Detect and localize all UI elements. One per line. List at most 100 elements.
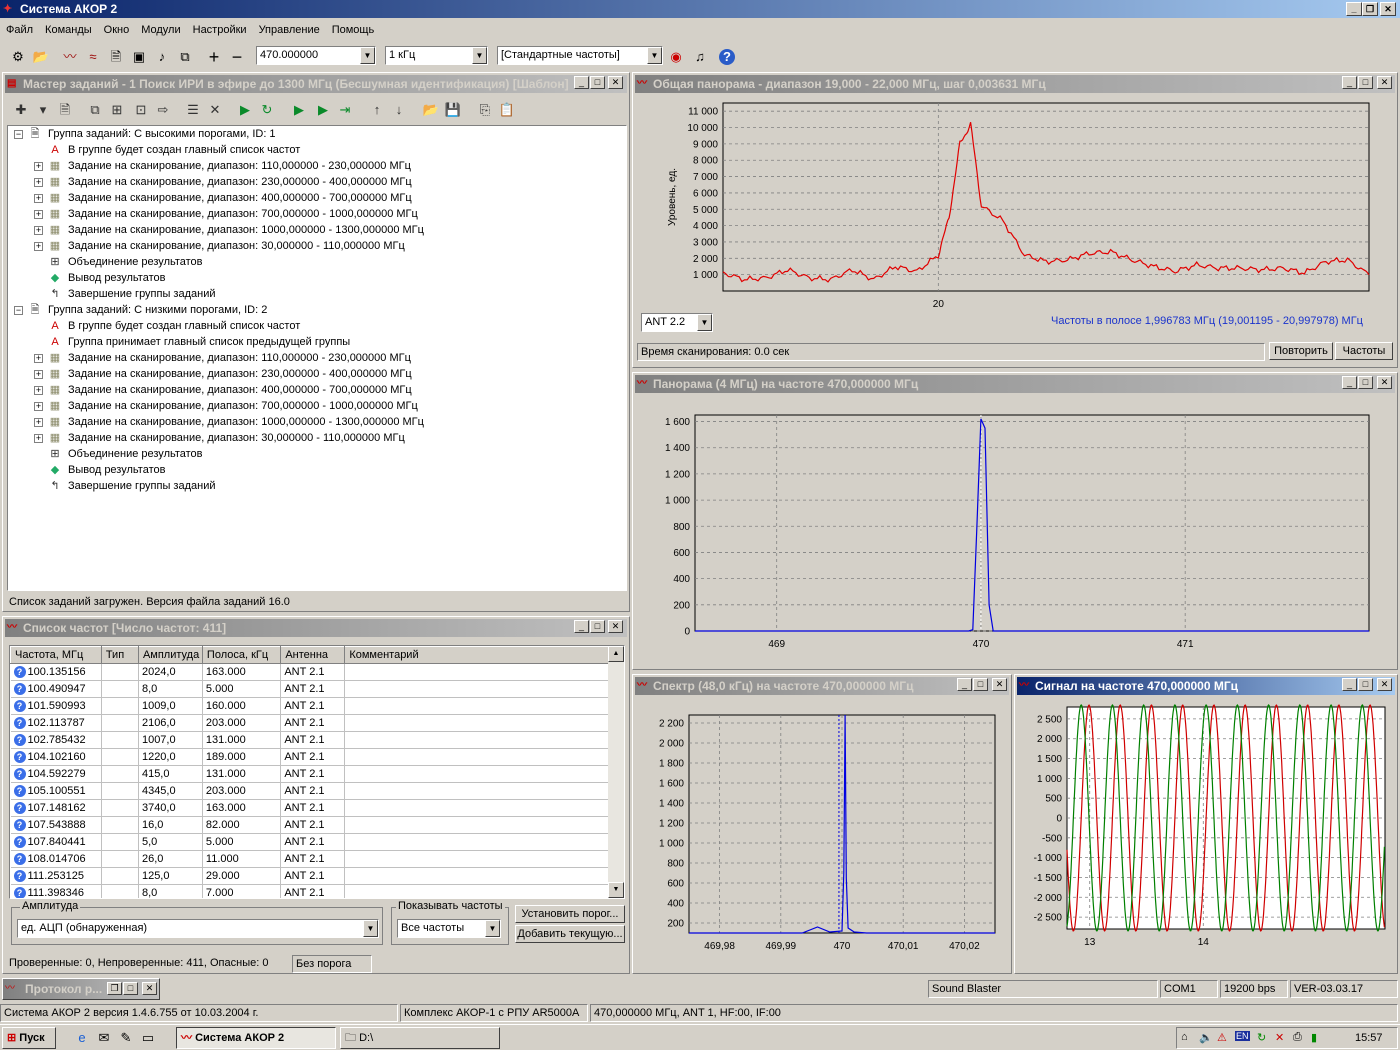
- dropdown-icon[interactable]: ▾: [33, 100, 53, 120]
- open-folder-icon[interactable]: 📂: [31, 47, 51, 67]
- outlook-icon[interactable]: ✉: [94, 1028, 114, 1048]
- listen-icon[interactable]: ♫: [690, 47, 710, 67]
- table-row[interactable]: ? 104.102160 1220,0 189.000 ANT 2.1: [10, 748, 624, 766]
- scrollbar[interactable]: ▲ ▼: [608, 646, 624, 898]
- connect-icon[interactable]: ⚙: [8, 47, 28, 67]
- column-header[interactable]: Антенна: [280, 646, 346, 664]
- column-header[interactable]: Комментарий: [344, 646, 624, 664]
- tree-item[interactable]: + ▦ Задание на сканирование, диапазон: 100…: [8, 414, 608, 430]
- pen-icon[interactable]: ✎: [116, 1028, 136, 1048]
- maximize-icon[interactable]: □: [123, 982, 138, 995]
- tree-item[interactable]: + ▦ Задание на сканирование, диапазон: 400…: [8, 382, 608, 398]
- menu-item-3[interactable]: Модули: [135, 22, 186, 36]
- move-up-icon[interactable]: ↑: [367, 100, 387, 120]
- new-task-icon[interactable]: ✚: [11, 100, 31, 120]
- tree-item[interactable]: A В группе будет создан главный список ча…: [8, 142, 608, 158]
- page-icon[interactable]: 🗎: [55, 100, 75, 120]
- menu-item-4[interactable]: Настройки: [187, 22, 253, 36]
- expand-icon[interactable]: +: [34, 370, 43, 379]
- maximize-icon[interactable]: □: [1358, 376, 1373, 389]
- collapse-icon[interactable]: −: [14, 306, 23, 315]
- minimize-icon[interactable]: _: [1342, 376, 1357, 389]
- signal-chart[interactable]: 2 500 2 000 1 500 1 000 500 0 -500 -1 000 -1 500…: [1023, 703, 1393, 967]
- chevron-down-icon[interactable]: ▼: [472, 47, 487, 64]
- tray-network-icon[interactable]: ⌂: [1181, 1031, 1188, 1043]
- table-row[interactable]: ? 107.840441 5,0 5.000 ANT 2.1: [10, 833, 624, 851]
- chevron-down-icon[interactable]: ▼: [647, 47, 662, 64]
- maximize-icon[interactable]: □: [973, 678, 988, 691]
- tree-item[interactable]: + ▦ Задание на сканирование, диапазон: 230…: [8, 174, 608, 190]
- tree-item[interactable]: ◆ Вывод результатов: [8, 270, 608, 286]
- close-icon[interactable]: ✕: [1377, 76, 1392, 89]
- table-row[interactable]: ? 111.253125 125,0 29.000 ANT 2.1: [10, 867, 624, 885]
- table-row[interactable]: ? 107.543888 16,0 82.000 ANT 2.1: [10, 816, 624, 834]
- tree-item[interactable]: + ▦ Задание на сканирование, диапазон: 30,…: [8, 430, 608, 446]
- panorama-chart[interactable]: 1 000 2 000 3 000 4 000 5 000 6 000 7 000 8 000…: [637, 97, 1395, 341]
- minimize-icon[interactable]: _: [574, 76, 589, 89]
- repeat-button[interactable]: Повторить: [1269, 342, 1333, 360]
- restore-icon[interactable]: ❐: [107, 982, 122, 995]
- audio-icon[interactable]: ♪: [152, 47, 172, 67]
- run-icon[interactable]: ▶: [235, 100, 255, 120]
- tree-item[interactable]: ⊞ Объединение результатов: [8, 254, 608, 270]
- tray-antivirus-icon[interactable]: ⚠: [1217, 1031, 1227, 1044]
- step-icon[interactable]: ▶: [313, 100, 333, 120]
- add-current-button[interactable]: Добавить текущую...: [515, 925, 625, 943]
- maximize-icon[interactable]: □: [1358, 76, 1373, 89]
- column-header[interactable]: Полоса, кГц: [201, 646, 282, 664]
- chevron-down-icon[interactable]: ▼: [485, 920, 500, 937]
- run-all-icon[interactable]: ▶: [289, 100, 309, 120]
- document-icon[interactable]: 🗎: [106, 47, 126, 67]
- delete-icon[interactable]: ✕: [205, 100, 225, 120]
- expand-icon[interactable]: +: [34, 354, 43, 363]
- expand-icon[interactable]: +: [34, 418, 43, 427]
- expand-icon[interactable]: +: [34, 402, 43, 411]
- tree-item[interactable]: + ▦ Задание на сканирование, диапазон: 30,…: [8, 238, 608, 254]
- close-icon[interactable]: ✕: [1377, 678, 1392, 691]
- column-header[interactable]: Тип: [100, 646, 139, 664]
- close-icon[interactable]: ✕: [142, 982, 157, 995]
- plus-icon[interactable]: +: [204, 47, 224, 67]
- tree-item[interactable]: − 🗎 Группа заданий: С низкими порогами, ID…: [8, 302, 608, 318]
- column-header[interactable]: Амплитуда: [137, 646, 203, 664]
- expand-icon[interactable]: +: [34, 194, 43, 203]
- maximize-icon[interactable]: □: [590, 620, 605, 633]
- menu-item-6[interactable]: Помощь: [326, 22, 381, 36]
- table-row[interactable]: ? 108.014706 26,0 11.000 ANT 2.1: [10, 850, 624, 868]
- tree-item[interactable]: + ▦ Задание на сканирование, диапазон: 110…: [8, 158, 608, 174]
- chevron-down-icon[interactable]: ▼: [697, 314, 712, 331]
- spectrum-icon[interactable]: ≈: [83, 47, 103, 67]
- maximize-icon[interactable]: □: [590, 76, 605, 89]
- menu-item-5[interactable]: Управление: [253, 22, 326, 36]
- tray-lang-icon[interactable]: EN: [1235, 1031, 1250, 1041]
- protocol-window[interactable]: 〰 Протокол р... ❐ □ ✕: [2, 978, 160, 1000]
- close-icon[interactable]: ✕: [608, 76, 623, 89]
- minus-icon[interactable]: −: [227, 47, 247, 67]
- table-row[interactable]: ? 101.590993 1009,0 160.000 ANT 2.1: [10, 697, 624, 715]
- minimize-icon[interactable]: _: [1342, 678, 1357, 691]
- expand-icon[interactable]: +: [34, 162, 43, 171]
- step-into-icon[interactable]: ⇥: [335, 100, 355, 120]
- expand-icon[interactable]: +: [34, 226, 43, 235]
- run-loop-icon[interactable]: ↻: [257, 100, 277, 120]
- save-icon[interactable]: 💾: [443, 100, 463, 120]
- close-icon[interactable]: ✕: [608, 620, 623, 633]
- table-row[interactable]: ? 100.490947 8,0 5.000 ANT 2.1: [10, 680, 624, 698]
- scroll-up-icon[interactable]: ▲: [608, 646, 624, 662]
- scroll-down-icon[interactable]: ▼: [608, 882, 624, 898]
- table-row[interactable]: ? 107.148162 3740,0 163.000 ANT 2.1: [10, 799, 624, 817]
- amplitude-select[interactable]: ед. АЦП (обнаруженная) ▼: [17, 919, 379, 938]
- expand-icon[interactable]: +: [34, 386, 43, 395]
- expand-icon[interactable]: +: [34, 242, 43, 251]
- paste-icon[interactable]: 📋: [497, 100, 517, 120]
- tree-item[interactable]: + ▦ Задание на сканирование, диапазон: 100…: [8, 222, 608, 238]
- tree-item[interactable]: + ▦ Задание на сканирование, диапазон: 230…: [8, 366, 608, 382]
- desktop-icon[interactable]: ▭: [138, 1028, 158, 1048]
- chevron-down-icon[interactable]: ▼: [363, 920, 378, 937]
- task-explorer-button[interactable]: 🗀 D:\: [340, 1027, 500, 1049]
- chevron-down-icon[interactable]: ▼: [360, 47, 375, 64]
- step-select[interactable]: 1 кГц ▼: [385, 46, 488, 65]
- antenna-select[interactable]: ANT 2.2 ▼: [641, 313, 713, 332]
- menu-item-0[interactable]: Файл: [0, 22, 39, 36]
- menu-item-1[interactable]: Команды: [39, 22, 98, 36]
